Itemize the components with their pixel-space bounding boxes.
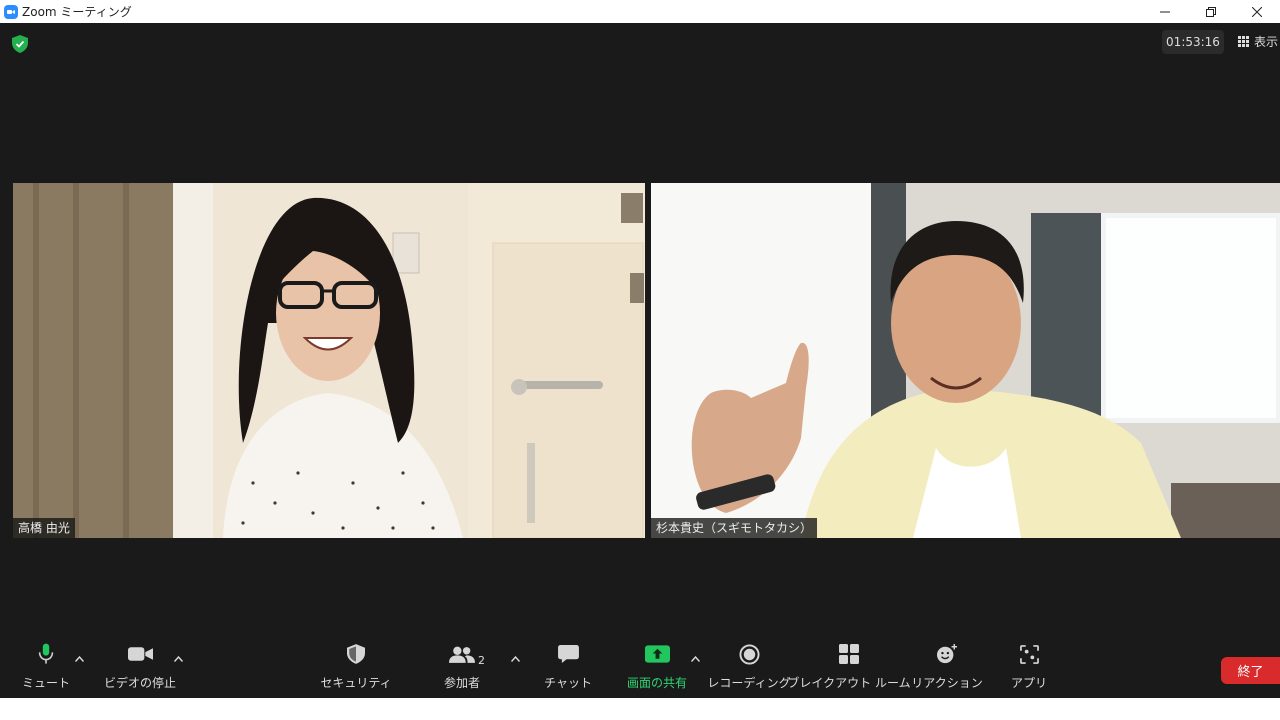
security-shield-icon: [342, 640, 370, 668]
share-screen-icon: [643, 640, 671, 668]
zoom-window: Zoom ミーティング 01:53:16 表示 高橋 由光 杉本貴史（スギモトタ…: [0, 0, 1280, 720]
chevron-up-icon: [173, 656, 183, 662]
chevron-up-icon: [510, 656, 520, 662]
chevron-up-icon: [74, 656, 84, 662]
security-button[interactable]: セキュリティ: [320, 640, 392, 691]
apps-button[interactable]: アプリ: [1011, 640, 1048, 691]
chat-bubble-icon: [554, 640, 582, 668]
participant-1-video-image: [13, 183, 645, 538]
view-label: 表示: [1254, 34, 1279, 49]
reactions-label: リアクション: [911, 676, 983, 690]
grid-icon: [1238, 35, 1249, 47]
video-options-button[interactable]: [172, 654, 184, 664]
breakout-rooms-icon: [835, 640, 863, 668]
microphone-icon: [32, 640, 60, 668]
bottom-strip: [0, 698, 1280, 720]
chat-label: チャット: [544, 676, 592, 690]
breakout-rooms-label: ブレイクアウト ルーム: [787, 676, 911, 690]
chevron-up-icon: [690, 656, 700, 662]
breakout-rooms-button[interactable]: ブレイクアウト ルーム: [787, 640, 911, 691]
record-icon: [735, 640, 763, 668]
mute-label: ミュート: [22, 676, 71, 690]
video-tile-participant-1[interactable]: 高橋 由光: [13, 183, 645, 538]
participants-button[interactable]: 参加者: [441, 640, 483, 691]
record-label: レコーディング: [707, 676, 791, 690]
view-button[interactable]: 表示: [1238, 31, 1278, 51]
close-button[interactable]: [1234, 0, 1280, 23]
reaction-emoji-icon: [933, 640, 961, 668]
participant-2-video-image: [651, 183, 1280, 538]
encryption-shield-icon[interactable]: [12, 35, 28, 53]
end-meeting-button[interactable]: 終了: [1221, 657, 1280, 684]
participant-name-tag: 高橋 由光: [13, 518, 75, 538]
restore-icon: [1206, 6, 1216, 17]
audio-options-button[interactable]: [73, 654, 85, 664]
close-icon: [1252, 6, 1262, 17]
restore-button[interactable]: [1188, 0, 1234, 23]
minimize-button[interactable]: [1142, 0, 1188, 23]
participants-count: 2: [478, 654, 485, 667]
apps-label: アプリ: [1011, 676, 1048, 690]
share-options-button[interactable]: [689, 654, 701, 664]
stop-video-button[interactable]: ビデオの停止: [104, 640, 176, 691]
participants-label: 参加者: [443, 676, 480, 690]
zoom-logo-icon: [4, 4, 18, 19]
participants-options-button[interactable]: [509, 654, 521, 664]
video-tile-participant-2[interactable]: 杉本貴史（スギモトタカシ）: [651, 183, 1280, 538]
meeting-toolbar: ミュート ビデオの停止 セキュリティ 参加者 2 チャット 画面の共有 レコーデ…: [0, 640, 1280, 698]
participants-icon: [448, 640, 476, 668]
meeting-timer: 01:53:16: [1162, 30, 1224, 54]
minimize-icon: [1160, 11, 1170, 12]
title-bar: Zoom ミーティング: [0, 0, 1280, 23]
record-button[interactable]: レコーディング: [707, 640, 791, 691]
share-screen-button[interactable]: 画面の共有: [625, 640, 689, 691]
video-camera-icon: [126, 640, 154, 668]
chat-button[interactable]: チャット: [544, 640, 592, 691]
stop-video-label: ビデオの停止: [104, 676, 177, 690]
share-screen-label: 画面の共有: [626, 676, 687, 690]
reactions-button[interactable]: リアクション: [911, 640, 983, 691]
participant-name-tag: 杉本貴史（スギモトタカシ）: [651, 518, 818, 538]
security-label: セキュリティ: [320, 676, 392, 690]
mute-button[interactable]: ミュート: [22, 640, 70, 691]
window-title: Zoom ミーティング: [22, 5, 132, 19]
apps-icon: [1015, 640, 1043, 668]
